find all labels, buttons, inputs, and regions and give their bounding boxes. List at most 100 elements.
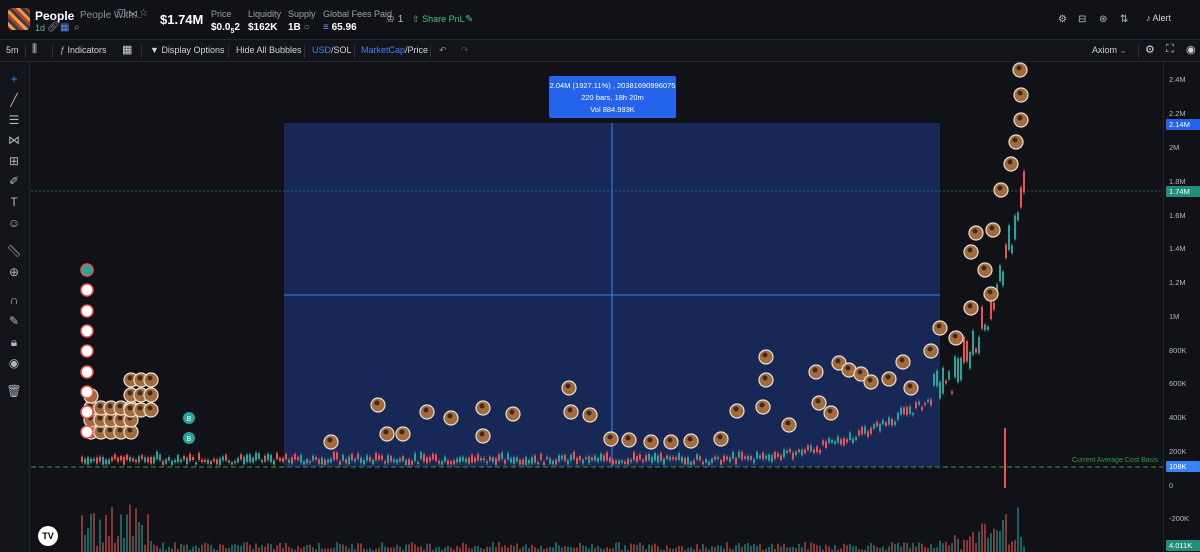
grid-icon[interactable]: ▦ bbox=[60, 23, 69, 33]
lock-icon[interactable]: 🔒︎ bbox=[6, 334, 22, 350]
trade-bubble bbox=[977, 262, 993, 278]
candle bbox=[270, 455, 272, 463]
zoom-icon[interactable]: ⊕ bbox=[6, 264, 22, 280]
lock-drawing-icon[interactable]: ✎ bbox=[6, 313, 22, 329]
volume-bar bbox=[159, 548, 161, 552]
fullscreen-icon[interactable]: ⛶ bbox=[1166, 43, 1174, 56]
candle bbox=[153, 456, 155, 464]
trade-bubble bbox=[713, 431, 729, 447]
chevron-down-icon: ⌄ bbox=[1119, 45, 1128, 55]
candle bbox=[1017, 212, 1019, 221]
volume-bar bbox=[888, 546, 890, 552]
candle bbox=[951, 391, 953, 394]
candle bbox=[939, 381, 941, 399]
crosshair-icon[interactable]: + bbox=[6, 71, 22, 87]
chart-settings-icon[interactable]: ⚙ bbox=[1145, 43, 1155, 56]
candle bbox=[507, 453, 509, 460]
alert-button[interactable]: ♪ Alert bbox=[1146, 13, 1171, 23]
watchlist-button[interactable]: ♔ 1 bbox=[386, 14, 403, 25]
volume-bar bbox=[384, 546, 386, 552]
volume-bar bbox=[237, 545, 239, 552]
ruler-icon[interactable]: 📏︎ bbox=[6, 243, 22, 259]
candle bbox=[273, 460, 275, 465]
candle bbox=[468, 457, 470, 464]
projection-icon[interactable]: ⊞ bbox=[6, 153, 22, 169]
magnet-icon[interactable]: ∩ bbox=[6, 292, 22, 308]
candle bbox=[555, 459, 557, 465]
share-icon[interactable]: ⋈ bbox=[128, 10, 138, 20]
settings-icon[interactable]: ⚙ bbox=[1058, 14, 1067, 25]
pattern-icon[interactable]: ⋈ bbox=[6, 132, 22, 148]
indicators-button[interactable]: ƒ Indicators bbox=[60, 45, 107, 55]
candle bbox=[108, 459, 110, 464]
volume-bar bbox=[1011, 541, 1013, 552]
candle bbox=[315, 456, 317, 460]
price-scale[interactable]: 2.4M 2.2M 2M 1.8M 1.6M 1.4M 1.2M 1M 800K… bbox=[1163, 62, 1200, 552]
provider-selector[interactable]: Axiom ⌄ bbox=[1092, 45, 1127, 56]
candle bbox=[981, 306, 983, 329]
volume-bar bbox=[135, 508, 137, 552]
trend-line-icon[interactable]: ╱ bbox=[6, 92, 22, 108]
candle bbox=[651, 456, 653, 463]
star-icon[interactable]: ☆ bbox=[139, 9, 148, 19]
copy-icon[interactable]: ❐ bbox=[117, 10, 126, 20]
undo-icon[interactable]: ↶ bbox=[439, 45, 447, 56]
trade-bubble bbox=[643, 434, 659, 450]
candle bbox=[390, 456, 392, 462]
candle bbox=[141, 455, 143, 460]
trade-bubble bbox=[395, 426, 411, 442]
candle bbox=[816, 446, 818, 453]
measure-top-badge: 2.14M bbox=[1166, 119, 1200, 130]
trash-icon[interactable]: 🗑︎ bbox=[6, 383, 22, 399]
price-chart[interactable]: BB 2.04M (1927.11%) , 2038169099607­5 22… bbox=[31, 62, 1163, 552]
metric-toggle[interactable]: MarketCap/Price bbox=[361, 45, 428, 55]
currency-icon[interactable]: ⊛ bbox=[1099, 14, 1107, 25]
link-icon[interactable]: 🔗︎ bbox=[47, 23, 60, 33]
pin-icon[interactable]: ✎ bbox=[465, 14, 473, 25]
bubble-face bbox=[835, 358, 841, 364]
display-options-button[interactable]: ▼ Display Options bbox=[150, 45, 224, 55]
screenshot-icon[interactable]: ◉ bbox=[1186, 43, 1196, 56]
brush-icon[interactable]: ✐ bbox=[6, 173, 22, 189]
candle bbox=[336, 452, 338, 460]
trade-bubble bbox=[932, 320, 948, 336]
chart-canvas[interactable]: BB bbox=[31, 62, 1163, 552]
candle bbox=[414, 453, 416, 461]
candle bbox=[912, 413, 914, 416]
eye-icon[interactable]: ◉ bbox=[6, 355, 22, 371]
hide-bubbles-button[interactable]: Hide All Bubbles bbox=[236, 45, 302, 55]
candle bbox=[681, 456, 683, 463]
token-avatar[interactable] bbox=[8, 8, 30, 30]
volume-bar bbox=[714, 547, 716, 552]
text-icon[interactable]: T bbox=[6, 194, 22, 210]
share-pnl-button[interactable]: ⇧ Share PnL bbox=[412, 14, 465, 25]
candle bbox=[915, 402, 917, 409]
search-icon[interactable]: ⌕ bbox=[74, 23, 80, 33]
layout-icon[interactable]: ⊟ bbox=[1078, 14, 1086, 25]
candle bbox=[120, 456, 122, 461]
volume-bar bbox=[690, 547, 692, 552]
divider bbox=[354, 44, 355, 58]
volume-bar bbox=[792, 546, 794, 552]
candle bbox=[525, 457, 527, 465]
emoji-icon[interactable]: ☺ bbox=[6, 215, 22, 231]
candle bbox=[675, 457, 677, 461]
volume-bar bbox=[702, 543, 704, 552]
candle bbox=[648, 453, 650, 461]
trade-marker bbox=[80, 263, 94, 277]
volume-bar bbox=[1008, 544, 1010, 552]
candle-type-icon[interactable]: ⫼ bbox=[32, 43, 37, 56]
templates-icon[interactable]: ▦ bbox=[122, 43, 132, 56]
volume-bar bbox=[987, 537, 989, 552]
volume-bar bbox=[954, 535, 956, 552]
currency-toggle[interactable]: USD/SOL bbox=[312, 45, 352, 55]
candle bbox=[900, 407, 902, 415]
bubble-face bbox=[647, 437, 653, 443]
candle bbox=[897, 412, 899, 420]
tradingview-logo[interactable]: TV bbox=[38, 526, 58, 546]
fib-icon[interactable]: ☰ bbox=[6, 112, 22, 128]
interval-selector[interactable]: 5m bbox=[6, 45, 19, 55]
candle bbox=[753, 459, 755, 464]
candle bbox=[906, 407, 908, 415]
swap-icon[interactable]: ⇅ bbox=[1120, 14, 1128, 25]
